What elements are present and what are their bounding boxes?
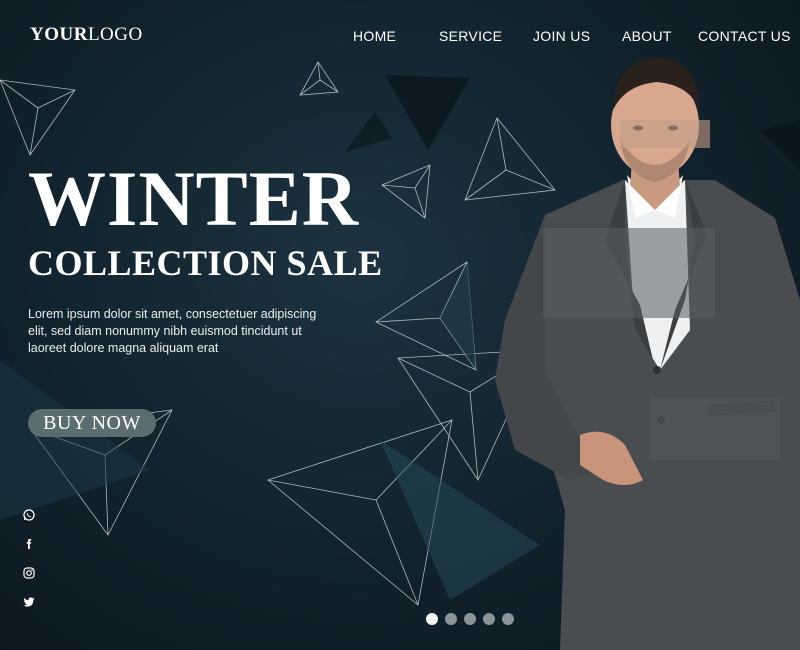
carousel-dot-3[interactable]	[464, 613, 476, 625]
instagram-icon[interactable]	[22, 566, 36, 580]
buy-now-button[interactable]: BUY NOW	[28, 409, 156, 437]
carousel-dots	[426, 612, 521, 625]
twitter-icon[interactable]	[22, 595, 36, 609]
nav-home[interactable]: HOME	[353, 28, 396, 44]
carousel-dot-2[interactable]	[445, 613, 457, 625]
model-photo	[495, 58, 800, 650]
carousel-dot-1[interactable]	[426, 613, 438, 625]
social-links	[22, 508, 36, 624]
hero-description: Lorem ipsum dolor sit amet, consectetuer…	[28, 307, 317, 355]
hero-subtitle: COLLECTION SALE	[28, 243, 383, 283]
carousel-dot-5[interactable]	[502, 613, 514, 625]
facebook-icon[interactable]	[22, 537, 36, 551]
carousel-dot-4[interactable]	[483, 613, 495, 625]
hero-title: WINTER	[28, 155, 360, 242]
whatsapp-icon[interactable]	[22, 508, 36, 522]
